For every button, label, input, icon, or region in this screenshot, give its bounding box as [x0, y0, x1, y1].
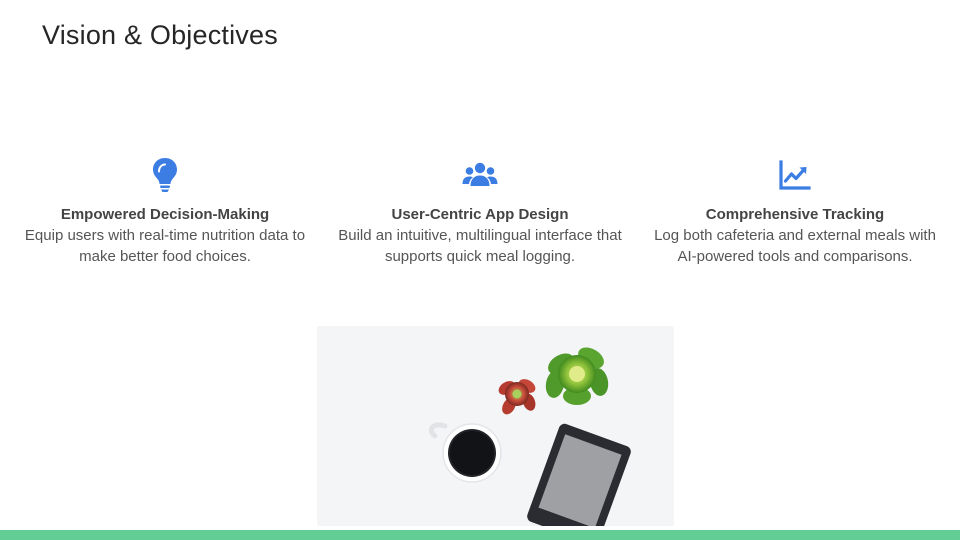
- desk-photo: [317, 326, 674, 526]
- objective-heading: Comprehensive Tracking: [705, 206, 885, 223]
- lightbulb-icon: [153, 158, 177, 192]
- objective-heading: Empowered Decision-Making: [60, 206, 270, 223]
- succulent-plant: [545, 347, 609, 405]
- objective-column-app-design: User-Centric App Design Build an intuiti…: [335, 155, 625, 267]
- ereader-device: [527, 423, 631, 526]
- users-icon: [462, 162, 498, 186]
- objective-heading: User-Centric App Design: [391, 206, 569, 223]
- objective-column-decision-making: Empowered Decision-Making Equip users wi…: [20, 155, 310, 267]
- coffee-cup: [428, 422, 502, 483]
- chart-line-icon: [779, 160, 811, 190]
- bottom-accent-bar: [0, 530, 960, 540]
- objective-description: Build an intuitive, multilingual interfa…: [338, 227, 622, 265]
- slide-title: Vision & Objectives: [42, 20, 278, 50]
- objective-description: Log both cafeteria and external meals wi…: [654, 227, 936, 265]
- objective-description: Equip users with real-time nutrition dat…: [24, 227, 306, 265]
- objective-column-tracking: Comprehensive Tracking Log both cafeteri…: [650, 155, 940, 267]
- small-succulent: [498, 379, 536, 415]
